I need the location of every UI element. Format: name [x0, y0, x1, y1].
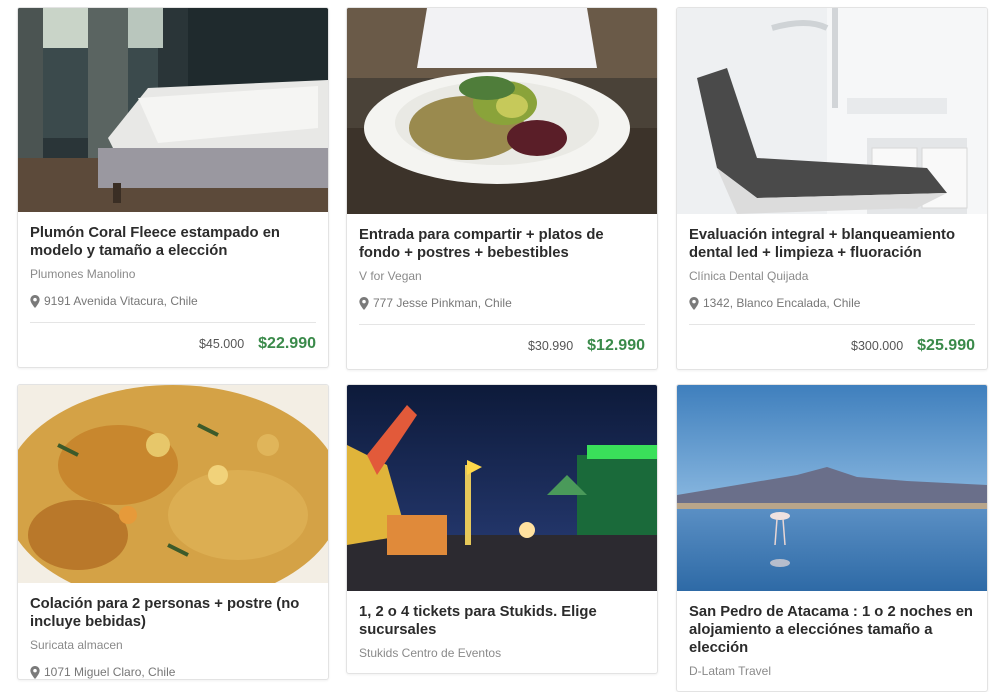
original-price: $45.000	[198, 337, 245, 351]
deal-card[interactable]: Entrada para compartir + platos de fondo…	[346, 7, 658, 370]
deal-card[interactable]: Colación para 2 personas + postre (no in…	[17, 384, 329, 680]
location-text: 777 Jesse Pinkman, Chile	[373, 296, 512, 310]
deal-card[interactable]: Plumón Coral Fleece estampado en modelo …	[17, 7, 329, 368]
original-price: $30.990	[527, 339, 574, 353]
dental-chair-photo-image	[677, 8, 987, 214]
deal-title[interactable]: Entrada para compartir + platos de fondo…	[359, 226, 645, 262]
price-row: $300.000 $25.990	[689, 325, 975, 369]
merchant-name: Plumones Manolino	[30, 267, 136, 281]
merchant-name: V for Vegan	[359, 269, 422, 283]
location-pin-icon	[30, 295, 40, 308]
discounted-price: $22.990	[258, 335, 316, 352]
amusement-park-photo-image	[347, 385, 657, 591]
price-row: $30.990 $12.990	[359, 325, 645, 369]
location-text: 1071 Miguel Claro, Chile	[44, 665, 176, 679]
deal-card[interactable]: San Pedro de Atacama : 1 o 2 noches en a…	[676, 384, 988, 692]
location-text: 9191 Avenida Vitacura, Chile	[44, 294, 198, 308]
location-text: 1342, Blanco Encalada, Chile	[703, 296, 861, 310]
flamingo-lagoon-photo-image	[677, 385, 987, 591]
deal-location: 1342, Blanco Encalada, Chile	[689, 296, 975, 310]
deal-location: 9191 Avenida Vitacura, Chile	[30, 294, 316, 308]
price-row: $45.000 $22.990	[30, 323, 316, 367]
merchant-name: Suricata almacen	[30, 638, 123, 652]
deal-image[interactable]	[18, 385, 328, 583]
bedroom-photo-image	[18, 8, 328, 212]
deal-card[interactable]: Evaluación integral + blanqueamiento den…	[676, 7, 988, 370]
deal-title[interactable]: 1, 2 o 4 tickets para Stukids. Elige suc…	[359, 603, 645, 639]
deal-location: 1071 Miguel Claro, Chile	[30, 665, 316, 679]
lentil-dish-photo-image	[18, 385, 328, 583]
discounted-price: $25.990	[917, 337, 975, 354]
deal-title[interactable]: Plumón Coral Fleece estampado en modelo …	[30, 224, 316, 260]
original-price: $300.000	[851, 339, 904, 353]
deal-image[interactable]	[18, 8, 328, 212]
deal-image[interactable]	[347, 385, 657, 591]
deal-location: 777 Jesse Pinkman, Chile	[359, 296, 645, 310]
deal-title[interactable]: San Pedro de Atacama : 1 o 2 noches en a…	[689, 603, 975, 657]
deal-title[interactable]: Colación para 2 personas + postre (no in…	[30, 595, 316, 631]
merchant-name: Clínica Dental Quijada	[689, 269, 809, 283]
discounted-price: $12.990	[587, 337, 645, 354]
deal-card[interactable]: 1, 2 o 4 tickets para Stukids. Elige suc…	[346, 384, 658, 674]
deal-image[interactable]	[677, 8, 987, 214]
merchant-name: Stukids Centro de Eventos	[359, 646, 502, 660]
deal-title[interactable]: Evaluación integral + blanqueamiento den…	[689, 226, 975, 262]
location-pin-icon	[359, 297, 369, 310]
deal-image[interactable]	[677, 385, 987, 591]
vegan-dish-photo-image	[347, 8, 657, 214]
deal-image[interactable]	[347, 8, 657, 214]
location-pin-icon	[689, 297, 699, 310]
merchant-name: D-Latam Travel	[689, 664, 772, 678]
location-pin-icon	[30, 666, 40, 679]
